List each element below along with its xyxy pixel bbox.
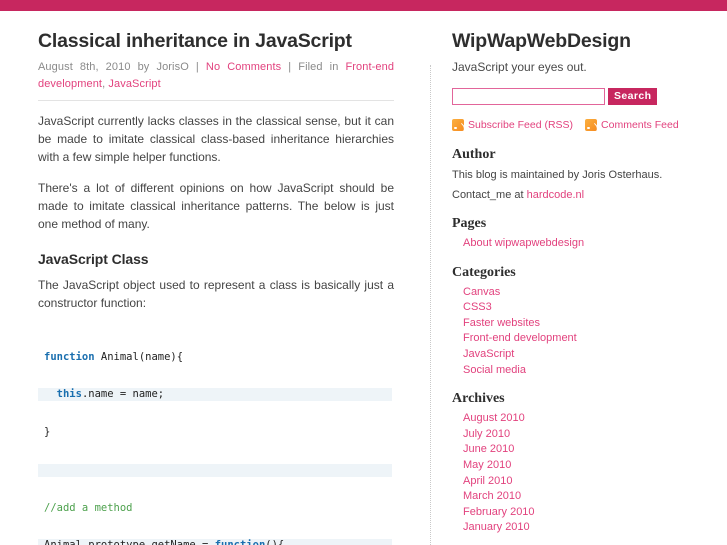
code-line: } xyxy=(44,426,51,439)
meta-divider xyxy=(38,100,394,102)
sidebar-section-archives: Archives August 2010 July 2010 June 2010… xyxy=(452,391,714,536)
pages-list: About wipwapwebdesign xyxy=(452,236,714,252)
list-item: Social media xyxy=(452,363,714,379)
subscribe-feed-label: Subscribe Feed (RSS) xyxy=(468,119,574,131)
site-title: WipWapWebDesign xyxy=(452,30,631,52)
sidebar-item-archive-january-2010[interactable]: January 2010 xyxy=(463,520,714,536)
section1-intro: The JavaScript object used to represent … xyxy=(38,278,394,311)
code-line: //add a method xyxy=(44,501,133,514)
categories-list: Canvas CSS3 Faster websites Front-end de… xyxy=(452,285,714,379)
list-item: Canvas xyxy=(452,285,714,301)
site-tagline: JavaScript your eyes out. xyxy=(452,60,587,74)
subscribe-feed-link[interactable]: Subscribe Feed (RSS) xyxy=(452,119,573,131)
page-root: Classical inheritance in JavaScript Augu… xyxy=(0,0,727,545)
comments-feed-label: Comments Feed xyxy=(601,119,679,131)
search-input[interactable] xyxy=(452,88,605,105)
list-item: April 2010 xyxy=(452,474,714,490)
section-heading-javascript-class: JavaScript Class xyxy=(38,251,149,268)
feed-links: Subscribe Feed (RSS) Comments Feed xyxy=(452,119,714,131)
list-item: February 2010 xyxy=(452,505,714,521)
sidebar-section-author: Author This blog is maintained by Joris … xyxy=(452,147,714,203)
post-filed-label: Filed in xyxy=(298,61,339,74)
meta-separator-2: | xyxy=(288,61,292,74)
rss-icon xyxy=(452,119,464,131)
sidebar-item-category-social-media[interactable]: Social media xyxy=(463,363,714,379)
code-line: Animal.prototype.getName = function(){ xyxy=(38,539,392,545)
list-item: JavaScript xyxy=(452,347,714,363)
sidebar-item-category-javascript[interactable]: JavaScript xyxy=(463,347,714,363)
sidebar-item-category-canvas[interactable]: Canvas xyxy=(463,285,714,301)
sidebar-item-category-faster-websites[interactable]: Faster websites xyxy=(463,316,714,332)
sidebar-item-archive-august-2010[interactable]: August 2010 xyxy=(463,411,714,427)
list-item: CSS3 xyxy=(452,300,714,316)
sidebar-heading-archives: Archives xyxy=(452,391,505,407)
sidebar-heading-author: Author xyxy=(452,147,496,162)
post-category-link-1[interactable]: JavaScript xyxy=(108,78,160,90)
sidebar-item-archive-june-2010[interactable]: June 2010 xyxy=(463,442,714,458)
sidebar-item-category-css3[interactable]: CSS3 xyxy=(463,300,714,316)
post-meta: August 8th, 2010 by JorisO | No Comments… xyxy=(38,59,394,93)
page-content: Classical inheritance in JavaScript Augu… xyxy=(0,11,727,545)
post-date: August 8th, 2010 xyxy=(38,61,131,74)
sidebar-item-archive-february-2010[interactable]: February 2010 xyxy=(463,505,714,521)
page-title: Classical inheritance in JavaScript xyxy=(38,30,352,52)
post-paragraph-1: There's a lot of different opinions on h… xyxy=(38,181,394,232)
code-line: function Animal(name){ xyxy=(44,350,184,363)
sidebar-item-archive-may-2010[interactable]: May 2010 xyxy=(463,458,714,474)
main-column: Classical inheritance in JavaScript Augu… xyxy=(38,30,394,545)
top-accent-bar xyxy=(0,0,727,11)
post-comments-link[interactable]: No Comments xyxy=(206,61,281,73)
sidebar-item-about[interactable]: About wipwapwebdesign xyxy=(463,236,714,252)
code-line: this.name = name; xyxy=(38,388,392,401)
sidebar-section-pages: Pages About wipwapwebdesign xyxy=(452,216,714,252)
comments-feed-link[interactable]: Comments Feed xyxy=(585,119,679,131)
sidebar-heading-pages: Pages xyxy=(452,216,487,231)
list-item: Front-end development xyxy=(452,331,714,347)
search-form: Search xyxy=(452,88,714,105)
sidebar: WipWapWebDesign JavaScript your eyes out… xyxy=(452,30,714,545)
sidebar-section-categories: Categories Canvas CSS3 Faster websites F… xyxy=(452,265,714,379)
archives-list: August 2010 July 2010 June 2010 May 2010… xyxy=(452,411,714,536)
list-item: June 2010 xyxy=(452,442,714,458)
author-line-2: Contact_me at hardcode.nl xyxy=(452,187,714,203)
column-divider xyxy=(430,65,431,545)
list-item: Faster websites xyxy=(452,316,714,332)
list-item: July 2010 xyxy=(452,427,714,443)
hardcode-link[interactable]: hardcode.nl xyxy=(527,189,585,201)
search-button[interactable]: Search xyxy=(608,88,658,105)
meta-comma: , xyxy=(102,78,106,91)
sidebar-item-archive-july-2010[interactable]: July 2010 xyxy=(463,427,714,443)
sidebar-item-archive-march-2010[interactable]: March 2010 xyxy=(463,489,714,505)
code-block-animal-class: function Animal(name){ this.name = name;… xyxy=(38,325,392,545)
sidebar-heading-categories: Categories xyxy=(452,264,516,280)
post-by-label: by xyxy=(137,61,150,74)
post-author: JorisO xyxy=(156,61,189,74)
list-item: January 2010 xyxy=(452,520,714,536)
sidebar-item-category-front-end-development[interactable]: Front-end development xyxy=(463,331,714,347)
rss-icon xyxy=(585,119,598,131)
author-line-1: This blog is maintained by Joris Osterha… xyxy=(452,169,663,181)
list-item: About wipwapwebdesign xyxy=(452,236,714,252)
contact-prefix: Contact_me at xyxy=(452,189,527,201)
list-item: May 2010 xyxy=(452,458,714,474)
meta-separator-1: | xyxy=(195,61,199,74)
post-paragraph-0: JavaScript currently lacks classes in th… xyxy=(38,114,394,165)
sidebar-item-archive-april-2010[interactable]: April 2010 xyxy=(463,474,714,490)
list-item: March 2010 xyxy=(452,489,714,505)
code-line xyxy=(38,463,392,477)
list-item: August 2010 xyxy=(452,411,714,427)
